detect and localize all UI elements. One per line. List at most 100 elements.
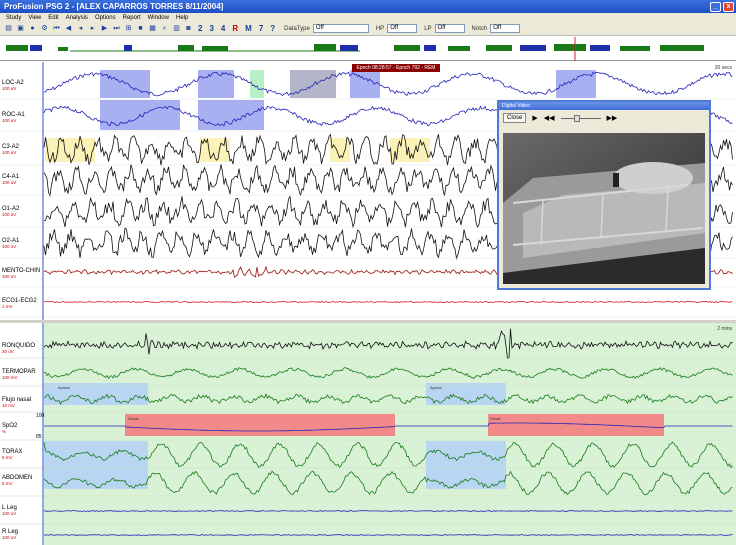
apnea-event-label: Apnea [58, 385, 70, 390]
hypno-stage-segment [6, 45, 28, 51]
toolbar: ▤ ▣ ● ⚙ ⏮ ◀ ◂ ▸ ▶ ⏭ ⊞ ■ ▦ ⌕ ▥ ◙ 2 3 4 R … [0, 22, 736, 36]
channel-label-c4-a1[interactable]: C4-A1 100 uV [2, 174, 42, 186]
hypno-stage-segment [394, 45, 420, 51]
r-button[interactable]: R [230, 24, 240, 33]
montage-3-button[interactable]: 3 [207, 24, 215, 33]
lp-label: LP [424, 25, 432, 32]
channel-label-c3-a2[interactable]: C3-A2 100 uV [2, 144, 42, 156]
video-position-slider[interactable] [560, 114, 601, 122]
hypno-stage-segment [620, 46, 650, 51]
apnea-event-label: Apnea [430, 385, 442, 390]
info-icon[interactable]: ● [28, 24, 37, 33]
desaturation-event[interactable] [125, 414, 395, 436]
menu-study[interactable]: Study [6, 15, 21, 21]
channel-label-ecg[interactable]: ECG1-ECG2 1 mV [2, 298, 42, 310]
montage-2-button[interactable]: 2 [196, 24, 204, 33]
close-button[interactable]: x [723, 1, 734, 12]
channel-label-ronquido[interactable]: RONQUIDO 20 uV [2, 343, 42, 355]
spindle-highlight [330, 138, 350, 162]
hp-label: HP [375, 25, 385, 32]
title-bar: ProFusion PSG 2 - [ALEX CAPARROS TORRES … [0, 0, 736, 13]
hypno-stage-segment [554, 44, 586, 51]
play-icon[interactable]: ▶ [532, 114, 537, 122]
print-icon[interactable]: ▤ [4, 24, 13, 33]
hypnogram-svg [6, 37, 704, 61]
hypnogram-bar[interactable] [0, 37, 736, 61]
menu-bar: Study View Edit Analysis Options Report … [0, 13, 736, 22]
first-page-icon[interactable]: ⏮ [52, 24, 61, 33]
channel-label-torax[interactable]: TORAX 5 mV [2, 449, 42, 461]
channel-label-flujo-nasal[interactable]: Flujo nasal 10 mV [2, 397, 42, 409]
channel-label-o1-a2[interactable]: O1-A2 100 uV [2, 206, 42, 218]
video-slider-thumb[interactable] [574, 115, 581, 122]
hypno-stage-segment [58, 47, 68, 51]
hypno-rem-segment [124, 45, 132, 51]
channel-label-l-leg[interactable]: L Leg 100 uV [2, 505, 42, 517]
respiratory-panel[interactable]: RONQUIDO 20 uV TERMOPAR 100 mV Flujo nasal… [0, 323, 736, 545]
respiratory-traces [0, 323, 736, 545]
desat-event-label: Desat [490, 416, 501, 421]
montage-4-button[interactable]: 4 [219, 24, 227, 33]
menu-options[interactable]: Options [95, 15, 116, 21]
desaturation-event[interactable] [488, 414, 664, 436]
next-page-icon[interactable]: ▶ [100, 24, 109, 33]
artifact-highlight [290, 70, 336, 98]
arousal-highlight [100, 70, 150, 98]
rewind-icon[interactable]: ◀◀ [544, 114, 555, 122]
lock-icon[interactable]: ⊞ [124, 24, 133, 33]
hypno-rem-segment [30, 45, 42, 51]
hp-select[interactable]: Off [387, 24, 418, 33]
camera-icon[interactable]: ◙ [184, 24, 193, 33]
help-button[interactable]: ? [268, 24, 277, 33]
video-controls: Close ▶ ◀◀ ▶▶ [499, 110, 709, 126]
notch-label: Notch [471, 25, 488, 32]
zoom-icon[interactable]: ⌕ [160, 24, 169, 33]
arousal-highlight [100, 100, 140, 130]
desat-event-label: Desat [128, 416, 139, 421]
settings-icon[interactable]: ⚙ [40, 24, 49, 33]
spo2-axis-top: 100 [36, 413, 45, 419]
notch-select[interactable]: Off [490, 24, 521, 33]
channel-label-mento-chin[interactable]: MENTO-CHIN 100 uV [2, 268, 42, 280]
minimize-button[interactable]: _ [710, 1, 721, 12]
hypno-rem-segment [520, 45, 546, 51]
menu-view[interactable]: View [28, 15, 41, 21]
arousal-highlight [198, 70, 234, 98]
video-window-title: Digital Video [499, 102, 709, 110]
prev-page-icon[interactable]: ◀ [64, 24, 73, 33]
channel-label-r-leg[interactable]: R Leg 100 uV [2, 529, 42, 541]
hypno-stage-segment [178, 45, 194, 51]
lp-select[interactable]: Off [434, 24, 465, 33]
m-button[interactable]: M [243, 24, 254, 33]
save-icon[interactable]: ▣ [16, 24, 25, 33]
last-page-icon[interactable]: ⏭ [112, 24, 121, 33]
seven-button[interactable]: 7 [257, 24, 265, 33]
channel-label-termopar[interactable]: TERMOPAR 100 mV [2, 369, 42, 381]
chart-icon[interactable]: ▥ [172, 24, 181, 33]
channel-label-roc-a1[interactable]: ROC-A1 100 uV [2, 112, 42, 124]
eeg-timebase: 30 secs [714, 65, 732, 71]
menu-analysis[interactable]: Analysis [66, 15, 88, 21]
back-icon[interactable]: ◂ [76, 24, 85, 33]
hypno-stage-segment [448, 46, 470, 51]
video-close-button[interactable]: Close [503, 113, 527, 123]
fast-forward-icon[interactable]: ▶▶ [607, 114, 618, 122]
stage-tag: Epoch 08:28:57 - Epoch 792 - REM [352, 64, 440, 72]
montage-icon[interactable]: ▦ [148, 24, 157, 33]
stop-icon[interactable]: ■ [136, 24, 145, 33]
bedroom-camera-image [503, 133, 705, 284]
menu-edit[interactable]: Edit [48, 15, 58, 21]
channel-label-abdomen[interactable]: ABDOMEN 5 mV [2, 475, 42, 487]
hypno-rem-segment [424, 45, 436, 51]
hypno-stage-segment [660, 45, 704, 51]
menu-report[interactable]: Report [123, 15, 141, 21]
hypno-rem-segment [340, 45, 358, 51]
video-window[interactable]: Digital Video Close ▶ ◀◀ ▶▶ [497, 100, 711, 290]
arousal-highlight [140, 100, 180, 130]
channel-label-loc-a2[interactable]: LOC-A2 100 uV [2, 80, 42, 92]
channel-label-o2-a1[interactable]: O2-A1 100 uV [2, 238, 42, 250]
forward-icon[interactable]: ▸ [88, 24, 97, 33]
menu-window[interactable]: Window [148, 15, 169, 21]
menu-help[interactable]: Help [176, 15, 188, 21]
data-type-select[interactable]: Off [312, 24, 369, 33]
